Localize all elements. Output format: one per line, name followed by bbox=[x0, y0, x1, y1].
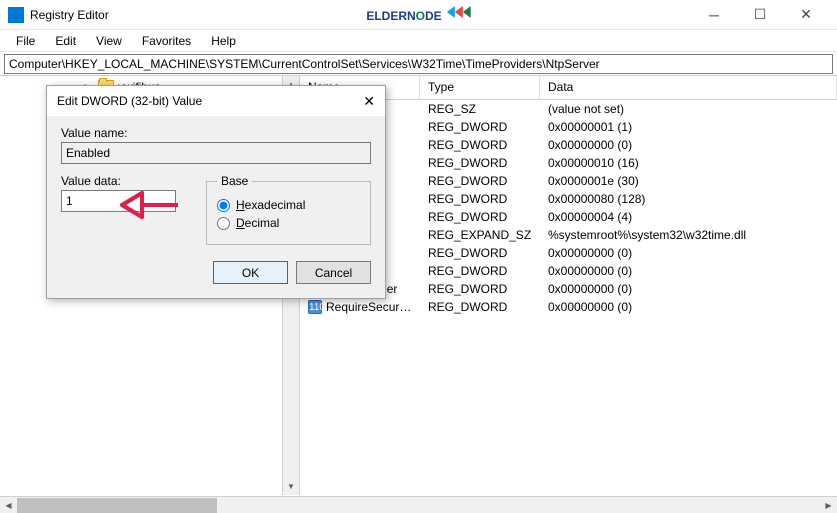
menubar: File Edit View Favorites Help bbox=[0, 30, 837, 52]
radio-hexadecimal[interactable] bbox=[217, 199, 230, 212]
dialog-title: Edit DWORD (32-bit) Value bbox=[57, 94, 363, 108]
value-type: REG_EXPAND_SZ bbox=[420, 228, 540, 242]
value-type: REG_DWORD bbox=[420, 120, 540, 134]
value-type: REG_DWORD bbox=[420, 300, 540, 314]
value-data-input[interactable] bbox=[61, 190, 176, 212]
value-type: REG_DWORD bbox=[420, 264, 540, 278]
value-type: REG_DWORD bbox=[420, 210, 540, 224]
window-title: Registry Editor bbox=[30, 8, 109, 22]
base-legend: Base bbox=[217, 174, 252, 188]
menu-view[interactable]: View bbox=[86, 32, 132, 50]
radio-dec-label: Decimal bbox=[236, 216, 279, 230]
value-data: (value not set) bbox=[540, 102, 837, 116]
eldernode-logo: ELDERNODE bbox=[366, 4, 470, 25]
menu-help[interactable]: Help bbox=[201, 32, 246, 50]
addressbar bbox=[0, 52, 837, 76]
value-data: %systemroot%\system32\w32time.dll bbox=[540, 228, 837, 242]
registry-value-row[interactable]: 110 RequireSecureTi...REG_DWORD0x00000000… bbox=[300, 298, 837, 316]
value-type: REG_DWORD bbox=[420, 246, 540, 260]
column-data[interactable]: Data bbox=[540, 76, 837, 99]
value-name-input[interactable] bbox=[61, 142, 371, 164]
window-controls: ─ ☐ ✕ bbox=[691, 0, 829, 30]
value-type: REG_DWORD bbox=[420, 174, 540, 188]
menu-favorites[interactable]: Favorites bbox=[132, 32, 201, 50]
value-type: REG_SZ bbox=[420, 102, 540, 116]
hscroll-thumb[interactable] bbox=[17, 498, 217, 513]
close-button[interactable]: ✕ bbox=[783, 0, 829, 30]
maximize-button[interactable]: ☐ bbox=[737, 0, 783, 30]
value-data-label: Value data: bbox=[61, 174, 176, 188]
menu-file[interactable]: File bbox=[6, 32, 45, 50]
value-data: 0x00000000 (0) bbox=[540, 300, 837, 314]
hscroll-left[interactable]: ◀ bbox=[0, 497, 17, 513]
radio-decimal[interactable] bbox=[217, 217, 230, 230]
value-data: 0x0000001e (30) bbox=[540, 174, 837, 188]
value-data: 0x00000001 (1) bbox=[540, 120, 837, 134]
menu-edit[interactable]: Edit bbox=[45, 32, 86, 50]
value-data: 0x00000004 (4) bbox=[540, 210, 837, 224]
ok-button[interactable]: OK bbox=[213, 261, 288, 284]
cancel-button[interactable]: Cancel bbox=[296, 261, 371, 284]
value-data: 0x00000000 (0) bbox=[540, 282, 837, 296]
dialog-close-button[interactable]: ✕ bbox=[363, 93, 375, 110]
value-data: 0x00000080 (128) bbox=[540, 192, 837, 206]
value-type: REG_DWORD bbox=[420, 192, 540, 206]
scroll-down-arrow[interactable]: ▼ bbox=[283, 478, 299, 495]
minimize-button[interactable]: ─ bbox=[691, 0, 737, 30]
radio-hex-label: Hexadecimal bbox=[236, 198, 305, 212]
value-name-label: Value name: bbox=[61, 126, 371, 140]
value-type: REG_DWORD bbox=[420, 138, 540, 152]
dword-icon: 110 bbox=[308, 300, 322, 314]
dialog-titlebar[interactable]: Edit DWORD (32-bit) Value ✕ bbox=[47, 86, 385, 116]
hscroll-right[interactable]: ▶ bbox=[820, 497, 837, 513]
address-input[interactable] bbox=[4, 54, 833, 74]
value-data: 0x00000000 (0) bbox=[540, 138, 837, 152]
edit-dword-dialog: Edit DWORD (32-bit) Value ✕ Value name: … bbox=[46, 85, 386, 299]
value-type: REG_DWORD bbox=[420, 282, 540, 296]
value-data: 0x00000000 (0) bbox=[540, 246, 837, 260]
value-data: 0x00000010 (16) bbox=[540, 156, 837, 170]
value-name: RequireSecureTi... bbox=[326, 300, 420, 314]
value-type: REG_DWORD bbox=[420, 156, 540, 170]
column-type[interactable]: Type bbox=[420, 76, 540, 99]
titlebar: Registry Editor ELDERNODE ─ ☐ ✕ bbox=[0, 0, 837, 30]
value-data: 0x00000000 (0) bbox=[540, 264, 837, 278]
app-icon bbox=[8, 7, 24, 23]
base-fieldset: Base Hexadecimal Decimal bbox=[206, 174, 371, 245]
horizontal-scrollbar[interactable]: ◀ ▶ bbox=[0, 496, 837, 513]
